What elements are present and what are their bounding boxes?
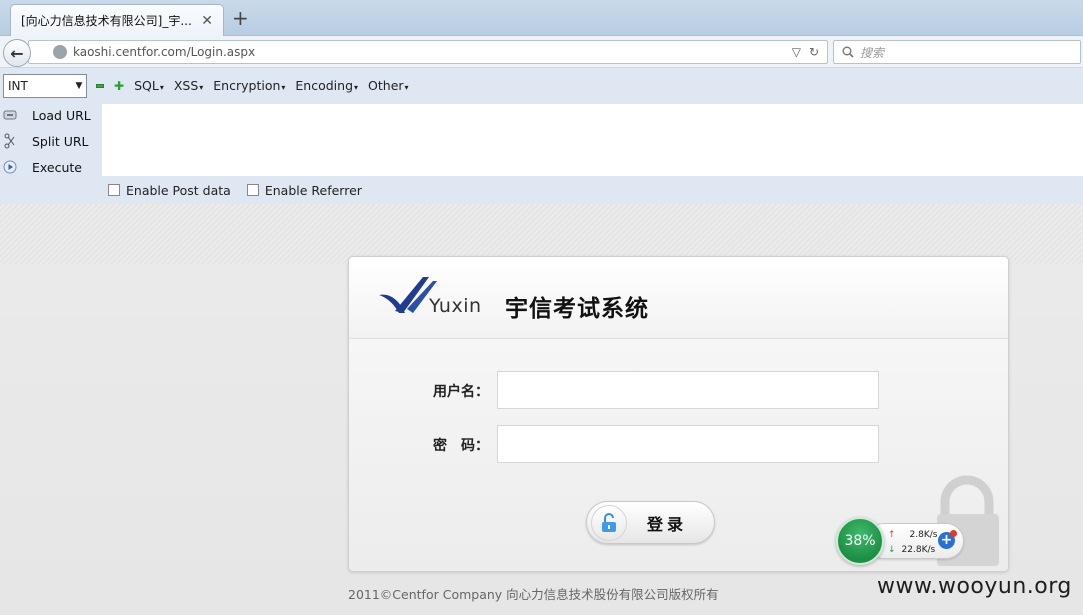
menu-encoding[interactable]: Encoding [295, 78, 358, 93]
speed-percent[interactable]: 38% [836, 517, 884, 565]
globe-icon [53, 45, 67, 59]
copyright-text: 2011©Centfor Company 向心力信息技术股份有限公司版权所有 [348, 587, 719, 602]
password-input[interactable] [497, 425, 879, 463]
username-label: 用户名： [433, 384, 489, 400]
execute-label: Execute [32, 159, 82, 175]
split-url-icon [2, 133, 18, 149]
login-button[interactable]: 登录 [586, 501, 715, 544]
download-speed: ↓ 22.8K/s [888, 545, 935, 555]
system-title: 宇信考试系统 [505, 296, 649, 322]
checkbox-icon[interactable] [246, 184, 259, 196]
login-card-header: Yuxin 宇信考试系统 [349, 257, 1008, 339]
url-text[interactable]: kaoshi.centfor.com/Login.aspx [73, 45, 792, 59]
back-arrow-icon: ← [10, 43, 24, 63]
dropdown-arrow-icon[interactable]: ▽ [792, 45, 801, 59]
tab-close-icon[interactable]: ✕ [201, 13, 213, 29]
hackbar-actions: Load URL Split URL Execute [0, 104, 102, 204]
menu-other[interactable]: Other [368, 78, 409, 93]
navigation-bar: ← kaoshi.centfor.com/Login.aspx ▽ ↻ 搜索 [0, 36, 1083, 68]
url-textarea[interactable] [102, 104, 1083, 176]
enable-post-checkbox[interactable]: Enable Post data [108, 183, 231, 198]
execute-button[interactable]: Execute [0, 156, 102, 178]
menu-encryption[interactable]: Encryption [213, 78, 285, 93]
login-button-label: 登录 [647, 514, 688, 534]
type-select-value: INT [8, 79, 28, 93]
play-icon [2, 160, 18, 174]
speed-percent-value: 38% [844, 533, 876, 549]
watermark-text: www.wooyun.org [877, 574, 1072, 599]
tab-title: [向心力信息技术有限公司]_宇... [21, 14, 192, 28]
url-bar[interactable]: kaoshi.centfor.com/Login.aspx ▽ ↻ [28, 40, 828, 64]
load-url-button[interactable]: Load URL [0, 104, 102, 126]
decrease-icon[interactable] [96, 83, 104, 88]
username-input[interactable] [497, 371, 879, 409]
upload-speed-value: 2.8K/s [909, 530, 938, 540]
logo-text: Yuxin [429, 295, 482, 317]
enable-post-label: Enable Post data [126, 182, 231, 198]
new-tab-button[interactable]: + [232, 6, 249, 30]
download-speed-value: 22.8K/s [901, 545, 936, 555]
chevron-down-icon: ▼ [75, 81, 83, 91]
split-url-label: Split URL [32, 133, 89, 149]
password-label: 密 码： [433, 438, 489, 454]
network-speed-widget[interactable]: 38% ↑ 2.8K/s ↓ 22.8K/s + [836, 517, 966, 567]
load-url-icon [2, 108, 18, 122]
back-button[interactable]: ← [3, 39, 31, 67]
notification-dot [950, 530, 957, 537]
hackbar-toolbar: INT ▼ ✚ SQL XSS Encryption Encoding Othe… [0, 68, 1083, 104]
load-url-label: Load URL [32, 107, 91, 123]
increase-icon[interactable]: ✚ [114, 80, 124, 92]
enable-referrer-label: Enable Referrer [264, 182, 362, 198]
upload-speed: ↑ 2.8K/s [888, 530, 937, 540]
browser-tab[interactable]: [向心力信息技术有限公司]_宇... ✕ [10, 4, 224, 36]
search-bar[interactable]: 搜索 [833, 40, 1081, 64]
reload-icon[interactable]: ↻ [809, 45, 819, 59]
download-arrow-icon: ↓ [888, 545, 896, 555]
unlock-icon [591, 504, 627, 541]
type-select[interactable]: INT ▼ [3, 74, 87, 98]
checkbox-icon[interactable] [108, 184, 120, 196]
menu-xss[interactable]: XSS [174, 78, 203, 93]
split-url-button[interactable]: Split URL [0, 130, 102, 152]
enable-referrer-checkbox[interactable]: Enable Referrer [246, 182, 362, 198]
upload-arrow-icon: ↑ [888, 530, 896, 540]
hackbar-options: Enable Post data Enable Referrer [102, 176, 1083, 204]
search-icon [842, 46, 854, 58]
search-placeholder: 搜索 [860, 45, 885, 60]
tab-bar: [向心力信息技术有限公司]_宇... ✕ + [0, 0, 1083, 36]
menu-sql[interactable]: SQL [134, 78, 164, 93]
